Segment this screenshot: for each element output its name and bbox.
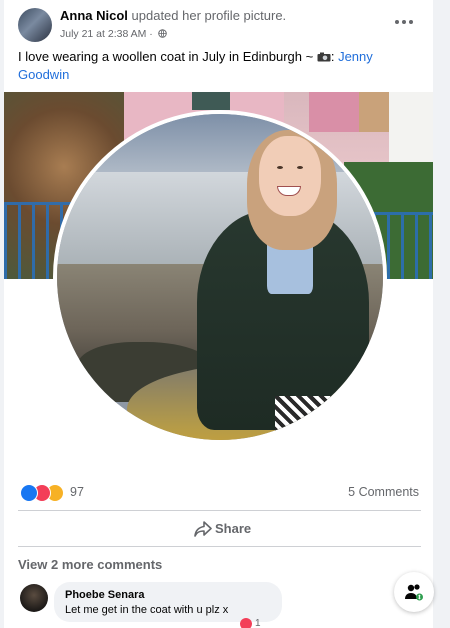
dot-icon bbox=[409, 20, 413, 24]
post-caption: I love wearing a woollen coat in July in… bbox=[18, 48, 398, 84]
post-action-text: updated her profile picture. bbox=[127, 8, 287, 23]
view-more-comments[interactable]: View 2 more comments bbox=[18, 557, 162, 572]
page-background bbox=[433, 0, 450, 628]
post-timestamp[interactable]: July 21 at 2:38 AM bbox=[60, 28, 146, 40]
author-avatar[interactable] bbox=[18, 8, 52, 42]
post-header: Anna Nicol updated her profile picture. … bbox=[16, 6, 421, 44]
globe-icon[interactable] bbox=[157, 29, 167, 38]
profile-picture[interactable] bbox=[53, 110, 387, 444]
people-money-icon bbox=[405, 584, 423, 601]
divider bbox=[18, 510, 421, 511]
like-icon bbox=[20, 484, 38, 502]
caption-tag-separator: : bbox=[330, 49, 339, 64]
post-stats: 97 5 Comments bbox=[18, 484, 421, 502]
more-options-button[interactable] bbox=[393, 12, 417, 32]
comment-author[interactable]: Phoebe Senara bbox=[65, 589, 144, 601]
comment-bubble: Phoebe Senara Let me get in the coat wit… bbox=[54, 582, 282, 622]
share-button[interactable]: Share bbox=[18, 514, 421, 544]
comments-count-link[interactable]: 5 Comments bbox=[348, 485, 419, 499]
photo-eye bbox=[297, 166, 303, 169]
love-icon bbox=[240, 618, 252, 628]
comment-item: Phoebe Senara Let me get in the coat wit… bbox=[18, 582, 421, 628]
post-meta: July 21 at 2:38 AM · bbox=[60, 28, 167, 40]
author-line: Anna Nicol updated her profile picture. bbox=[60, 8, 286, 23]
contacts-fab-button[interactable] bbox=[394, 572, 434, 612]
commenter-avatar[interactable] bbox=[20, 584, 48, 612]
cover-window bbox=[192, 92, 230, 110]
photo-face bbox=[259, 136, 321, 216]
comment-text: Let me get in the coat with u plz x bbox=[65, 604, 229, 616]
dot-icon bbox=[395, 20, 399, 24]
photo-checked-skirt bbox=[275, 396, 335, 432]
photo-eye bbox=[277, 166, 283, 169]
author-name[interactable]: Anna Nicol bbox=[60, 8, 128, 23]
share-icon bbox=[194, 521, 212, 537]
caption-text: I love wearing a woollen coat in July in… bbox=[18, 49, 317, 64]
meta-separator: · bbox=[146, 28, 156, 40]
dot-icon bbox=[402, 20, 406, 24]
share-label: Share bbox=[215, 521, 252, 536]
comment-reaction-count: 1 bbox=[255, 618, 261, 628]
reaction-count: 97 bbox=[70, 485, 84, 499]
post-card: Anna Nicol updated her profile picture. … bbox=[4, 0, 433, 628]
camera-icon bbox=[317, 52, 331, 62]
divider bbox=[18, 546, 421, 547]
